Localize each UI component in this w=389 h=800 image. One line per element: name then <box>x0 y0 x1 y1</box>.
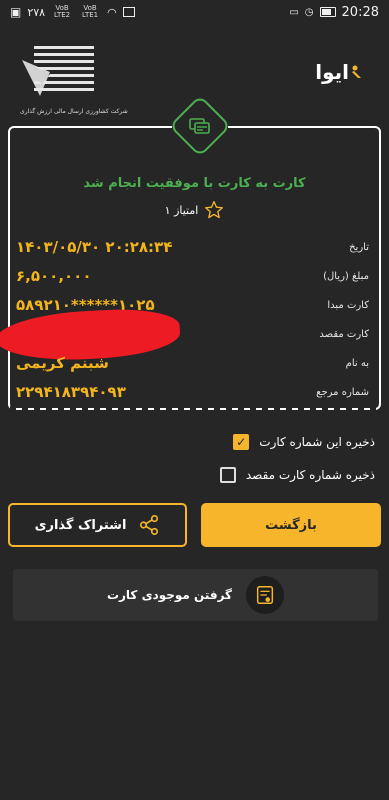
back-button[interactable]: بازگشت <box>201 503 381 547</box>
status-bar: ▣ ۲۷۸ VoB LTE2 VoB LTE1 ◠ ▭ ◷ 20:28 <box>0 0 389 24</box>
row-date: تاریخ ۱۴۰۳/۰۵/۳۰ ۲۰:۲۸:۳۴ <box>10 236 379 265</box>
row-amount: مبلغ (ریال) ۶,۵۰۰,۰۰۰ <box>10 265 379 294</box>
row-value: ۱۴۰۳/۰۵/۳۰ ۲۰:۲۸:۳۴ <box>16 238 173 256</box>
row-label: مبلغ (ریال) <box>323 271 369 282</box>
save-card-label: ذخیره این شماره کارت <box>259 435 375 449</box>
status-left: ▣ ۲۷۸ VoB LTE2 VoB LTE1 ◠ <box>10 5 135 19</box>
sim-icon <box>122 7 135 17</box>
app-logo: ایوا <box>315 60 363 84</box>
balance-label: گرفتن موجودی کارت <box>106 588 233 602</box>
star-icon[interactable] <box>204 200 224 220</box>
save-card-checkbox[interactable]: ✓ <box>233 434 250 450</box>
app-name: ایوا <box>315 60 349 84</box>
points-text: ۱ امتیاز <box>164 203 199 217</box>
share-label: اشتراک گذاری <box>34 517 127 533</box>
card-balance-icon <box>246 576 285 614</box>
clock: 20:28 <box>341 4 379 20</box>
row-reference: شماره مرجع ۲۲۹۴۱۸۳۹۴۰۹۳ <box>10 381 379 410</box>
bank-logo-icon <box>22 46 94 96</box>
wifi-icon: ◠ <box>107 5 117 19</box>
row-label: شماره مرجع <box>316 387 369 398</box>
save-dest-checkbox[interactable] <box>219 467 236 483</box>
transfer-success-icon <box>168 94 232 158</box>
signal-icon-2: VoB LTE1 <box>82 4 99 19</box>
row-label: تاریخ <box>349 242 369 253</box>
card-balance-button[interactable]: گرفتن موجودی کارت <box>13 569 378 621</box>
row-label: به نام <box>345 358 369 369</box>
signal-icon-1: VoB LTE2 <box>54 4 71 19</box>
row-value: ۶,۵۰۰,۰۰۰ <box>16 267 92 285</box>
alarm-icon: ◷ <box>304 6 314 18</box>
details-list: تاریخ ۱۴۰۳/۰۵/۳۰ ۲۰:۲۸:۳۴ مبلغ (ریال) ۶,… <box>0 236 379 410</box>
photo-icon: ▭ <box>289 6 299 18</box>
save-dest-option[interactable]: ذخیره شماره کارت مقصد <box>219 467 375 483</box>
save-card-option[interactable]: ذخیره این شماره کارت ✓ <box>233 434 375 450</box>
share-button[interactable]: اشتراک گذاری <box>8 503 187 547</box>
row-value: ۲۲۹۴۱۸۳۹۴۰۹۳ <box>16 383 126 401</box>
row-name: به نام شبنم کریمی <box>10 352 379 381</box>
success-icon-wrap <box>168 94 232 158</box>
notification-icon: ▣ <box>10 5 22 19</box>
points-row: ۱ امتیاز <box>10 200 379 220</box>
battery-icon <box>319 7 336 17</box>
status-right: ▭ ◷ 20:28 <box>289 5 379 20</box>
row-label: کارت مبدا <box>327 300 369 311</box>
app-logo-mark-icon <box>352 65 361 78</box>
row-dest-card: کارت مقصد <box>0 306 379 364</box>
save-dest-label: ذخیره شماره کارت مقصد <box>245 468 375 482</box>
receipt-card: کارت به کارت با موفقیت انجام شد ۱ امتیاز… <box>0 94 381 422</box>
success-title: کارت به کارت با موفقیت انجام شد <box>83 176 306 191</box>
share-icon <box>140 515 159 535</box>
bank-name-text: شرکت کشاورزی ارسال مالی ارزش گذاری <box>20 108 128 115</box>
row-label: کارت مقصد <box>319 329 369 340</box>
status-left-text: ۲۷۸ <box>27 5 46 19</box>
row-value: شبنم کریمی <box>16 354 109 372</box>
